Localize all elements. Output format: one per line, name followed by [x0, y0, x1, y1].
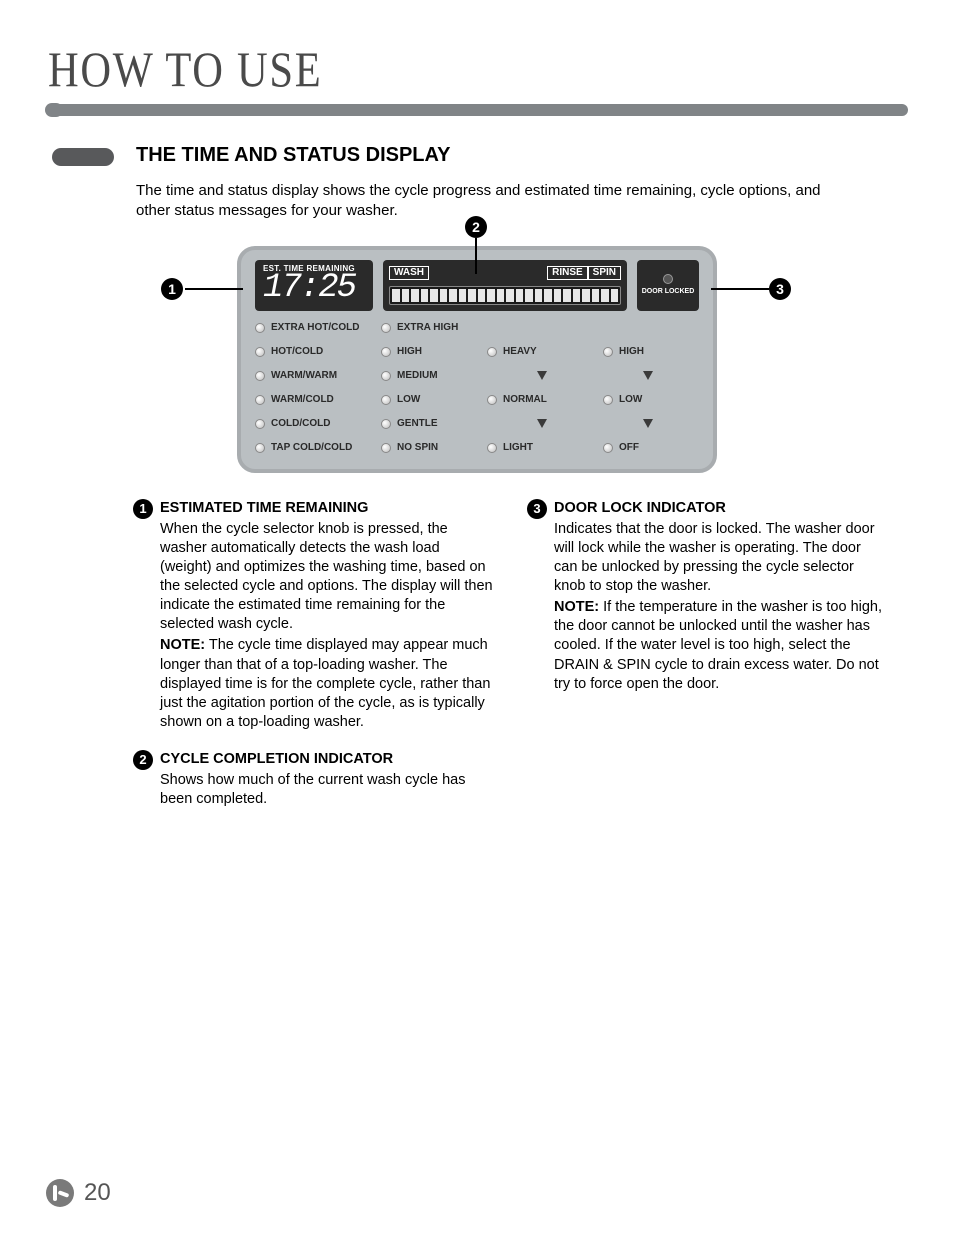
phase-wash: WASH — [389, 266, 429, 280]
item-2: 2 CYCLE COMPLETION INDICATOR Shows how m… — [136, 750, 494, 809]
phase-rinse: RINSE — [547, 266, 588, 280]
opt-soil-arrow2 — [487, 417, 597, 431]
time-lcd: EST. TIME REMAINING 17:25 — [255, 260, 373, 311]
item-2-title: CYCLE COMPLETION INDICATOR — [160, 751, 393, 767]
section-bullet — [52, 148, 114, 166]
title-rule — [46, 104, 908, 116]
item-2-body: Shows how much of the current wash cycle… — [160, 771, 494, 809]
phase-box: WASH RINSE SPIN — [383, 260, 627, 311]
page-title: HOW TO USE — [48, 40, 779, 98]
opt-signal-high: HIGH — [603, 345, 693, 359]
opt-temp-warmwarm: WARM/WARM — [255, 369, 375, 383]
opt-spin-extrahigh: EXTRA HIGH — [381, 321, 481, 335]
item-3-note: NOTE: If the temperature in the washer i… — [554, 598, 888, 694]
page-number: 20 — [84, 1179, 111, 1207]
opt-soil-blank — [487, 321, 597, 335]
arrow-down-icon — [537, 419, 547, 428]
arrow-down-icon — [537, 371, 547, 380]
opt-soil-heavy: HEAVY — [487, 345, 597, 359]
item-3-note-text: If the temperature in the washer is too … — [554, 599, 882, 692]
item-1-title: ESTIMATED TIME REMAINING — [160, 500, 368, 516]
section-heading: THE TIME AND STATUS DISPLAY — [136, 144, 908, 167]
page-footer: 20 — [46, 1179, 111, 1207]
door-lock-box: DOOR LOCKED — [637, 260, 699, 311]
item-1: 1 ESTIMATED TIME REMAINING When the cycl… — [136, 499, 494, 733]
door-lock-led — [663, 274, 673, 284]
arrow-down-icon — [643, 371, 653, 380]
item-3-badge: 3 — [527, 499, 547, 519]
opt-signal-blank — [603, 321, 693, 335]
opt-temp-extrahotcold: EXTRA HOT/COLD — [255, 321, 375, 335]
control-panel: EST. TIME REMAINING 17:25 WASH RINSE SPI… — [237, 246, 717, 473]
opt-temp-warmcold: WARM/COLD — [255, 393, 375, 407]
est-time-value: 17:25 — [263, 271, 365, 305]
opt-spin-nospin: NO SPIN — [381, 441, 481, 455]
item-1-note: NOTE: The cycle time displayed may appea… — [160, 636, 494, 732]
item-3: 3 DOOR LOCK INDICATOR Indicates that the… — [530, 499, 888, 694]
opt-signal-arrow2 — [603, 417, 693, 431]
callout-2-line — [475, 238, 477, 274]
door-lock-label: DOOR LOCKED — [642, 288, 695, 296]
left-column: 1 ESTIMATED TIME REMAINING When the cycl… — [136, 499, 494, 828]
opt-temp-tapcoldcold: TAP COLD/COLD — [255, 441, 375, 455]
opt-soil-light: LIGHT — [487, 441, 597, 455]
callout-3-badge: 3 — [769, 278, 791, 300]
item-1-note-lead: NOTE: — [160, 637, 205, 653]
item-1-badge: 1 — [133, 499, 153, 519]
item-3-title: DOOR LOCK INDICATOR — [554, 500, 726, 516]
item-1-body: When the cycle selector knob is pressed,… — [160, 520, 494, 635]
opt-temp-coldcold: COLD/COLD — [255, 417, 375, 431]
opt-temp-hotcold: HOT/COLD — [255, 345, 375, 359]
opt-signal-arrow1 — [603, 369, 693, 383]
phase-spin: SPIN — [588, 266, 621, 280]
options-grid: EXTRA HOT/COLD EXTRA HIGH HOT/COLD HIGH … — [255, 321, 699, 455]
opt-soil-arrow1 — [487, 369, 597, 383]
item-2-badge: 2 — [133, 750, 153, 770]
lg-logo-icon — [46, 1179, 74, 1207]
callout-1-line — [185, 288, 243, 290]
opt-spin-medium: MEDIUM — [381, 369, 481, 383]
display-figure: 2 1 3 EST. TIME REMAINING 17:25 WASH RIN… — [197, 246, 757, 473]
opt-spin-high: HIGH — [381, 345, 481, 359]
opt-signal-low: LOW — [603, 393, 693, 407]
right-column: 3 DOOR LOCK INDICATOR Indicates that the… — [530, 499, 888, 828]
progress-bar — [389, 286, 621, 305]
opt-soil-normal: NORMAL — [487, 393, 597, 407]
item-3-note-lead: NOTE: — [554, 599, 599, 615]
item-1-note-text: The cycle time displayed may appear much… — [160, 637, 490, 730]
section-intro: The time and status display shows the cy… — [136, 181, 836, 222]
opt-spin-gentle: GENTLE — [381, 417, 481, 431]
opt-signal-off: OFF — [603, 441, 693, 455]
arrow-down-icon — [643, 419, 653, 428]
item-3-body: Indicates that the door is locked. The w… — [554, 520, 888, 597]
callout-2-badge: 2 — [465, 216, 487, 238]
callout-3-line — [711, 288, 769, 290]
opt-spin-low: LOW — [381, 393, 481, 407]
callout-1-badge: 1 — [161, 278, 183, 300]
